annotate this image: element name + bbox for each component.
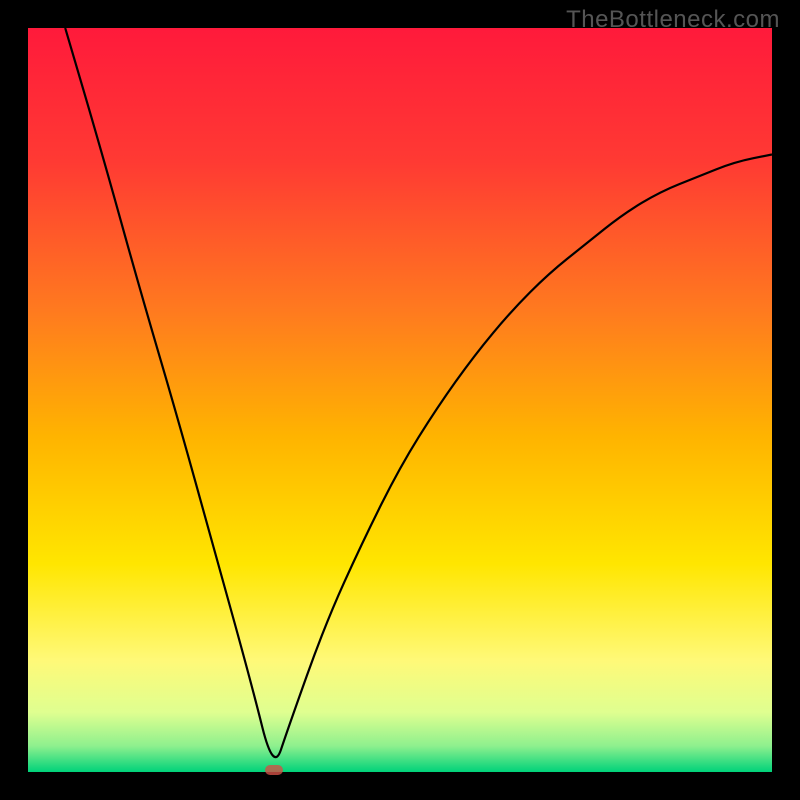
minimum-marker <box>265 765 283 775</box>
bottleneck-curve <box>28 28 772 772</box>
chart-frame <box>28 28 772 772</box>
